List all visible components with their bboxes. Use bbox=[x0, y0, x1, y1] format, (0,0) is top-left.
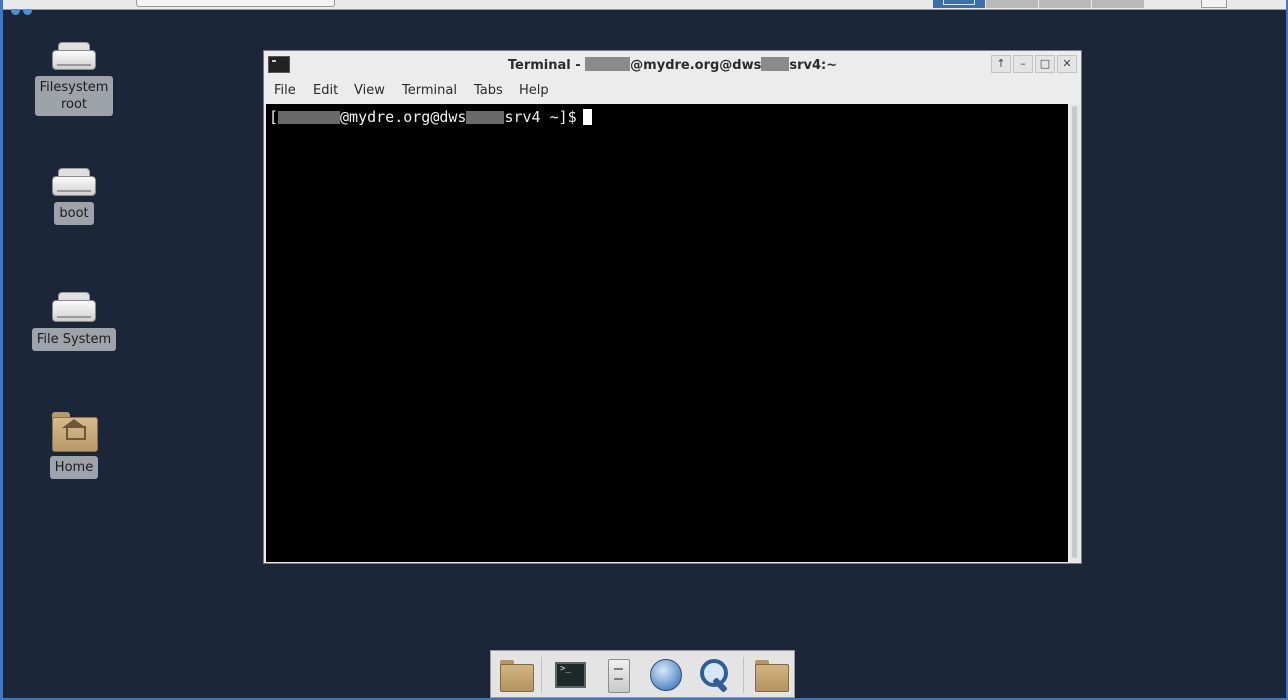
menu-edit[interactable]: Edit bbox=[313, 83, 338, 99]
desktop-icon-label: boot bbox=[54, 202, 94, 225]
desktop-icon-label: Filesystem root bbox=[34, 76, 114, 116]
folder-icon[interactable] bbox=[751, 657, 789, 693]
file-cabinet-icon[interactable] bbox=[599, 657, 637, 693]
search-icon[interactable] bbox=[695, 657, 733, 693]
drive-icon bbox=[19, 42, 129, 70]
close-button[interactable]: ✕ bbox=[1057, 55, 1077, 73]
menu-view[interactable]: View bbox=[354, 83, 385, 99]
workspace-4[interactable] bbox=[1092, 0, 1144, 8]
menu-bar: File Edit View Terminal Tabs Help bbox=[264, 79, 1081, 103]
file-manager-icon[interactable] bbox=[496, 657, 534, 693]
home-folder-icon bbox=[52, 412, 98, 452]
dock bbox=[490, 650, 795, 698]
scrollbar-thumb[interactable] bbox=[1072, 106, 1077, 558]
desktop-icon-home[interactable]: Home bbox=[19, 412, 129, 479]
terminal-scrollbar[interactable] bbox=[1070, 104, 1080, 562]
menu-file[interactable]: File bbox=[274, 83, 296, 99]
menu-tabs[interactable]: Tabs bbox=[474, 83, 503, 99]
desktop-icon-label: File System bbox=[31, 328, 117, 351]
drive-icon bbox=[19, 168, 129, 196]
window-button[interactable] bbox=[136, 0, 335, 7]
desktop-icon-boot[interactable]: boot bbox=[19, 168, 129, 225]
hard-disk-icon bbox=[19, 292, 129, 322]
workspace-1[interactable] bbox=[933, 0, 985, 8]
window-titlebar[interactable]: Terminal - @mydre.org@dws srv4:~ ↑ – □ ✕ bbox=[264, 51, 1081, 79]
terminal-output[interactable]: [@mydre.org@dws srv4 ~]$ bbox=[266, 104, 1068, 562]
desktop-icon-filesystem-root[interactable]: Filesystem root bbox=[19, 42, 129, 116]
workspace-2[interactable] bbox=[986, 0, 1038, 8]
workspace-3[interactable] bbox=[1039, 0, 1091, 8]
desktop-icon-label: Home bbox=[49, 456, 99, 479]
applications-menu-icon[interactable] bbox=[11, 0, 51, 15]
dock-separator bbox=[541, 657, 542, 693]
window-menu-button[interactable]: ↑ bbox=[991, 55, 1011, 73]
window-title: Terminal - @mydre.org@dws srv4:~ bbox=[507, 57, 838, 73]
web-browser-icon[interactable] bbox=[647, 657, 685, 693]
shell-prompt: [@mydre.org@dws srv4 ~]$ bbox=[269, 108, 592, 126]
menu-help[interactable]: Help bbox=[519, 83, 549, 99]
top-panel bbox=[3, 0, 1286, 15]
terminal-icon[interactable] bbox=[551, 657, 589, 693]
tray-icon[interactable] bbox=[1201, 0, 1227, 8]
minimize-button[interactable]: – bbox=[1013, 55, 1033, 73]
menu-terminal[interactable]: Terminal bbox=[402, 83, 457, 99]
text-cursor bbox=[582, 109, 592, 125]
dock-separator bbox=[743, 657, 744, 693]
maximize-button[interactable]: □ bbox=[1035, 55, 1055, 73]
screen-edge-left bbox=[0, 0, 3, 700]
desktop-icon-file-system[interactable]: File System bbox=[19, 292, 129, 351]
terminal-window[interactable]: Terminal - @mydre.org@dws srv4:~ ↑ – □ ✕ … bbox=[263, 50, 1082, 564]
